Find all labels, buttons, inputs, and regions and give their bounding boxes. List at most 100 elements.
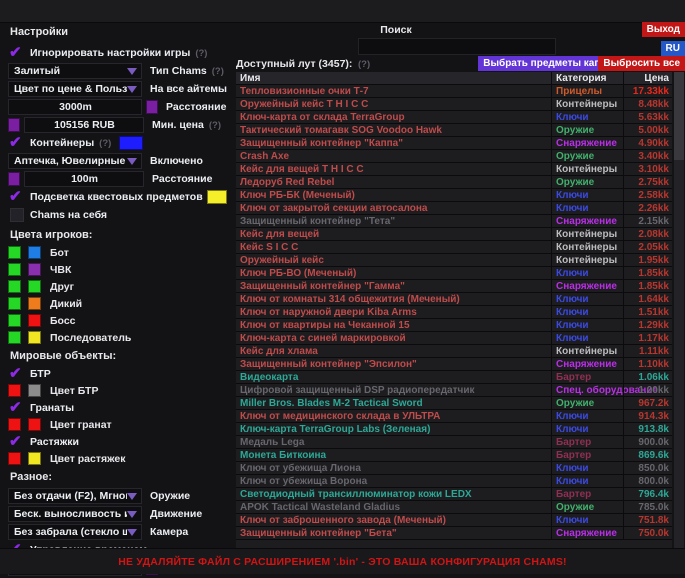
table-row[interactable]: Ключ от наружной двери Kiba ArmsКлючи1.5… xyxy=(236,306,672,319)
table-row[interactable]: Ключ от квартиры на Чеканной 15Ключи1.29… xyxy=(236,319,672,332)
table-row[interactable]: Ключ-карта с синей маркировкойКлючи1.17k… xyxy=(236,332,672,345)
primary-color-swatch[interactable] xyxy=(8,314,21,327)
table-row[interactable]: Тепловизионные очки Т-7Прицелы17.33kk xyxy=(236,85,672,98)
primary-color-swatch[interactable] xyxy=(8,452,21,465)
world-objects-list: БТРЦвет БТРГранатыЦвет гранатРастяжкиЦве… xyxy=(8,367,232,465)
table-row[interactable]: Ключ РБ-БК (Меченый)Ключи2.58kk xyxy=(236,189,672,202)
item-price: 1.29kk xyxy=(623,319,672,332)
player-color-row: Дикий xyxy=(8,297,232,310)
table-row[interactable]: Ключ от заброшенного завода (Меченый)Клю… xyxy=(236,514,672,527)
chevron-down-icon xyxy=(127,529,137,536)
secondary-color-swatch[interactable] xyxy=(28,452,41,465)
table-row[interactable]: Медаль LegaБартер900.0k xyxy=(236,436,672,449)
item-name: Miller Bros. Blades M-2 Tactical Sword xyxy=(236,398,551,410)
secondary-color-swatch[interactable] xyxy=(28,263,41,276)
quest-highlight-row: Подсветка квестовых предметов xyxy=(8,189,232,205)
table-row[interactable]: Ключ от медицинского склада в УЛЬТРАКлюч… xyxy=(236,410,672,423)
secondary-color-swatch[interactable] xyxy=(28,246,41,259)
quest-color-swatch[interactable] xyxy=(207,190,227,204)
table-row[interactable]: Ключ от комнаты 314 общежития (Меченый)К… xyxy=(236,293,672,306)
select-kappa-items-button[interactable]: Выбрать предметы каппа xyxy=(478,56,617,71)
table-row[interactable]: Ключ-карта от склада TerraGroupКлючи5.63… xyxy=(236,111,672,124)
table-row[interactable]: Ледоруб Red RebelОружие2.75kk xyxy=(236,176,672,189)
table-row[interactable]: Ключ-карта TerraGroup Labs (Зеленая)Ключ… xyxy=(236,423,672,436)
player-colors-list: БотЧВКДругДикийБоссПоследователь xyxy=(8,246,232,344)
secondary-color-swatch[interactable] xyxy=(28,384,41,397)
primary-color-swatch[interactable] xyxy=(8,263,21,276)
table-row[interactable]: ВидеокартаБартер1.06kk xyxy=(236,371,672,384)
min-price-label: Мин. цена xyxy=(152,119,204,131)
table-row[interactable]: Кейс для вещей T H I C CКонтейнеры3.10kk xyxy=(236,163,672,176)
chams-type-select[interactable]: Залитый xyxy=(8,63,142,79)
primary-color-swatch[interactable] xyxy=(8,384,21,397)
containers-filter-select[interactable]: Аптечка, Ювелирные и... xyxy=(8,153,142,169)
min-price-color-swatch[interactable] xyxy=(8,118,20,132)
scrollbar-thumb[interactable] xyxy=(674,72,684,160)
distance-color-swatch[interactable] xyxy=(146,100,158,114)
table-row[interactable]: Цифровой защищенный DSP радиопередатчикС… xyxy=(236,384,672,397)
table-row[interactable]: Защищенный контейнер "Каппа"Снаряжение4.… xyxy=(236,137,672,150)
camera-row: Без забрала (стекло шлема) Камера xyxy=(8,524,232,540)
table-row[interactable]: Оружейный кейс T H I C CКонтейнеры8.48kk xyxy=(236,98,672,111)
table-row[interactable]: Светодиодный трансиллюминатор кожи LEDXБ… xyxy=(236,488,672,501)
checkbox-checked-icon[interactable] xyxy=(10,136,24,150)
weapon-select[interactable]: Без отдачи (F2), Мгновенное п xyxy=(8,488,142,504)
table-row[interactable]: Crash AxeОружие3.40kk xyxy=(236,150,672,163)
camera-select[interactable]: Без забрала (стекло шлема) xyxy=(8,524,142,540)
table-scrollbar[interactable] xyxy=(674,72,684,548)
secondary-color-swatch[interactable] xyxy=(28,331,41,344)
primary-color-swatch[interactable] xyxy=(8,418,21,431)
table-row[interactable]: Защищенный контейнер "Эпсилон"Снаряжение… xyxy=(236,358,672,371)
containers-distance-color-swatch[interactable] xyxy=(8,172,20,186)
drop-all-button[interactable]: Выбросить все xyxy=(598,56,685,71)
movement-select[interactable]: Беск. выносливость и нет уста xyxy=(8,506,142,522)
checkbox-checked-icon[interactable] xyxy=(10,435,24,449)
table-row[interactable]: Ключ от убежища ВоронаКлючи800.0k xyxy=(236,475,672,488)
table-row[interactable]: Ключ от закрытой секции автосалонаКлючи2… xyxy=(236,202,672,215)
primary-color-swatch[interactable] xyxy=(8,280,21,293)
table-row[interactable]: Монета БиткоинаБартер869.6k xyxy=(236,449,672,462)
table-row[interactable]: Оружейный кейсКонтейнеры1.95kk xyxy=(236,254,672,267)
item-name: Ключ от квартиры на Чеканной 15 xyxy=(236,320,551,332)
containers-color-swatch[interactable] xyxy=(119,136,143,150)
checkbox-checked-icon[interactable] xyxy=(10,190,24,204)
table-row[interactable]: Кейс для вещейКонтейнеры2.08kk xyxy=(236,228,672,241)
color-mode-select[interactable]: Цвет по цене & Пользователь xyxy=(8,81,142,97)
language-button[interactable]: RU xyxy=(661,41,685,56)
table-row[interactable]: Защищенный контейнер "Тета"Снаряжение2.1… xyxy=(236,215,672,228)
primary-color-swatch[interactable] xyxy=(8,297,21,310)
exit-button[interactable]: Выход xyxy=(642,22,685,37)
checkbox-checked-icon[interactable] xyxy=(10,401,24,415)
table-row[interactable]: Кейс для хламаКонтейнеры1.11kk xyxy=(236,345,672,358)
primary-color-swatch[interactable] xyxy=(8,246,21,259)
table-row[interactable]: Защищенный контейнер "Гамма"Снаряжение1.… xyxy=(236,280,672,293)
player-type-label: Дикий xyxy=(50,298,82,310)
item-category: Ключи xyxy=(551,111,623,124)
table-row[interactable]: Ключ РБ-ВО (Меченый)Ключи1.85kk xyxy=(236,267,672,280)
settings-title: Настройки xyxy=(10,26,232,38)
secondary-color-swatch[interactable] xyxy=(28,314,41,327)
header-name: Имя xyxy=(236,73,551,85)
secondary-color-swatch[interactable] xyxy=(28,280,41,293)
table-row[interactable]: APOK Tactical Wasteland GladiusОружие785… xyxy=(236,501,672,514)
checkbox-checked-icon[interactable] xyxy=(10,367,24,381)
primary-color-swatch[interactable] xyxy=(8,331,21,344)
secondary-color-swatch[interactable] xyxy=(28,297,41,310)
table-row[interactable]: Ключ от убежища ЛионаКлючи850.0k xyxy=(236,462,672,475)
item-price: 967.2k xyxy=(623,397,672,410)
table-row[interactable]: Кейс S I C CКонтейнеры2.05kk xyxy=(236,241,672,254)
world-object-color-label: Цвет растяжек xyxy=(50,453,126,465)
containers-distance-input[interactable]: 100m xyxy=(24,171,144,187)
secondary-color-swatch[interactable] xyxy=(28,418,41,431)
containers-distance-label: Расстояние xyxy=(152,173,212,185)
checkbox-unchecked-icon[interactable] xyxy=(10,208,24,222)
min-price-input[interactable]: 105156 RUB xyxy=(24,117,144,133)
checkbox-checked-icon[interactable] xyxy=(10,46,24,60)
table-row[interactable]: Защищенный контейнер "Бета"Снаряжение750… xyxy=(236,527,672,540)
distance-input[interactable]: 3000m xyxy=(8,99,142,115)
search-input[interactable] xyxy=(358,38,556,55)
table-row[interactable]: Тактический томагавк SOG Voodoo HawkОруж… xyxy=(236,124,672,137)
weapon-label: Оружие xyxy=(150,490,190,502)
player-colors-title: Цвета игроков: xyxy=(10,229,232,241)
table-row[interactable]: Miller Bros. Blades M-2 Tactical SwordОр… xyxy=(236,397,672,410)
